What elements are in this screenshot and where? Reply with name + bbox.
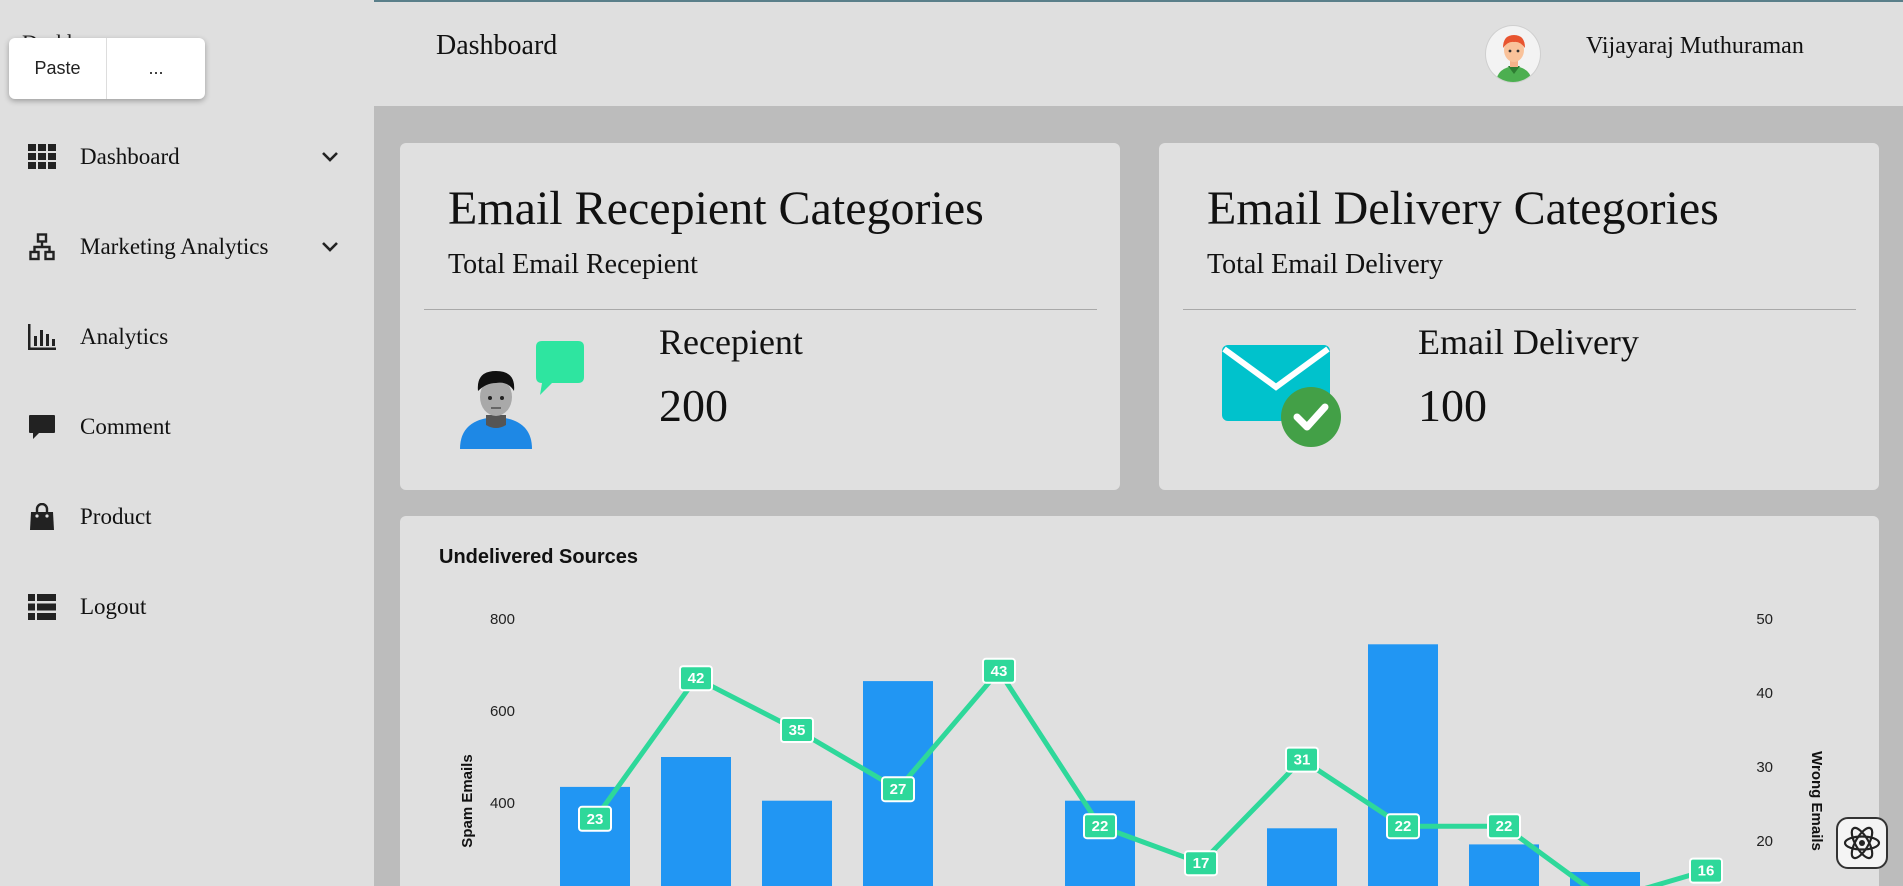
bar [1368,644,1438,886]
atom-icon [1843,826,1881,860]
bar [1469,844,1539,886]
data-label: 16 [1698,863,1715,880]
sidebar-item-label: Comment [80,414,171,439]
undelivered-sources-card: 800 600 400 50 40 30 20 Spam Emails Wrong Emails… [400,516,1879,886]
data-label: 22 [1092,818,1109,835]
stat-label: Recepient [659,322,803,362]
sidebar-item-label: Logout [80,594,147,619]
combo-chart: 800 600 400 50 40 30 20 Spam Emails Wrong Emails… [459,611,1825,886]
avatar[interactable] [1485,25,1541,83]
sidebar-item-marketing-analytics[interactable]: Marketing Analytics [0,202,374,292]
user-name[interactable]: Vijayaraj Muthuraman [1586,33,1804,60]
sidebar-nav: Dashboard Marketing Analytics Analytics … [0,112,374,652]
y-left-tick-label: 600 [490,703,515,720]
sidebar-item-comment[interactable]: Comment [0,382,374,472]
sitemap-icon [27,232,57,262]
comment-icon [27,412,57,442]
sidebar-item-label: Dashboard [80,144,180,169]
card-title: Email Delivery Categories [1207,182,1719,235]
data-label: 27 [890,781,907,798]
sidebar-item-label: Product [80,504,152,529]
y-right-tick-label: 50 [1756,611,1773,628]
divider [424,309,1097,310]
recipient-card: Email Recepient Categories Total Email R… [400,143,1120,490]
mail-check-icon [1219,337,1349,457]
stat-value: 100 [1418,380,1487,431]
sidebar-item-analytics[interactable]: Analytics [0,292,374,382]
page-title: Dashboard [436,30,558,61]
card-subtitle: Total Email Recepient [448,249,698,280]
user-chat-icon [460,337,590,457]
stat-value: 200 [659,380,728,431]
y-right-tick-label: 30 [1756,759,1773,776]
y-left-tick-label: 400 [490,795,515,812]
data-label: 42 [688,670,705,687]
chevron-down-icon[interactable] [318,145,342,169]
grid-icon [27,142,57,172]
data-label: 31 [1294,752,1311,769]
y-left-axis-title: Spam Emails [459,754,476,847]
shopping-bag-icon [27,502,57,532]
sidebar-item-label: Marketing Analytics [80,234,269,259]
bar [560,786,630,886]
stat-label: Email Delivery [1418,322,1639,362]
bar [762,800,832,886]
list-icon [27,592,57,622]
sidebar-item-product[interactable]: Product [0,472,374,562]
more-menu-item[interactable]: ... [107,38,205,99]
sidebar: Dashb Paste ... Dashboard [0,0,374,886]
data-label: 35 [789,722,806,739]
bar [661,757,731,886]
react-devtools-button[interactable] [1836,817,1888,869]
data-label: 43 [991,663,1008,680]
context-menu: Paste ... [9,38,205,99]
data-label: 22 [1395,818,1412,835]
delivery-card: Email Delivery Categories Total Email De… [1159,143,1879,490]
data-label: 22 [1496,818,1513,835]
line-series [592,668,1707,886]
bar [1267,828,1337,886]
data-label: 23 [587,811,604,828]
card-subtitle: Total Email Delivery [1207,249,1443,280]
paste-menu-item[interactable]: Paste [9,38,107,99]
chevron-down-icon[interactable] [318,235,342,259]
y-right-axis-title: Wrong Emails [1808,751,1825,851]
sidebar-item-label: Analytics [80,324,169,349]
chart-title: Undelivered Sources [439,546,638,568]
sidebar-item-logout[interactable]: Logout [0,562,374,652]
y-right-tick-label: 40 [1756,685,1773,702]
card-title: Email Recepient Categories [448,182,984,235]
sidebar-item-dashboard[interactable]: Dashboard [0,112,374,202]
y-left-tick-label: 800 [490,611,515,628]
y-right-tick-label: 20 [1756,833,1773,850]
bar-chart-icon [27,322,57,352]
data-label: 17 [1193,855,1210,872]
divider [1183,309,1856,310]
